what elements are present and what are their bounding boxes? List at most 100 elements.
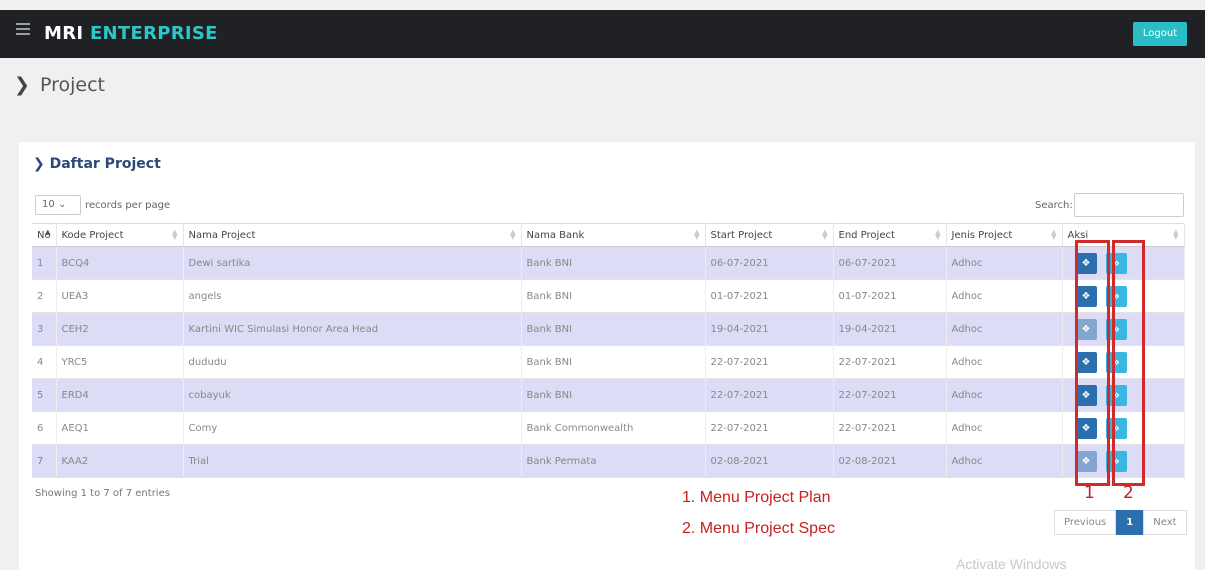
cell-nama-bank: Bank BNI [521, 312, 706, 346]
cell-jenis-project: Adhoc [946, 246, 1063, 280]
records-per-page-select[interactable]: 10 ⌄ [35, 195, 81, 215]
cell-no: 2 [32, 279, 57, 313]
cell-kode-project: CEH2 [56, 312, 184, 346]
table-header-row: No ▲ Kode Project ▲ ▼ Nama Project ▲ ▼ Nama B… [32, 223, 1185, 247]
pagination-page-current[interactable]: 1 [1116, 510, 1144, 535]
cell-no: 5 [32, 378, 57, 412]
cell-start-project: 01-07-2021 [705, 279, 834, 313]
sort-icon: ▲ ▼ [172, 228, 178, 241]
column-header-end-project[interactable]: End Project ▲ ▼ [833, 223, 947, 247]
cell-kode-project: AEQ1 [56, 411, 184, 445]
cell-no: 4 [32, 345, 57, 379]
brand-text-primary: MRI [44, 23, 84, 44]
annotation-number-2: 2 [1123, 483, 1134, 503]
annotation-number-1: 1 [1084, 483, 1095, 503]
cell-kode-project: YRC5 [56, 345, 184, 379]
table-row: 4 YRC5 dududu Bank BNI 22-07-2021 22-07-2021 A… [32, 345, 1185, 379]
pagination-previous[interactable]: Previous [1054, 510, 1117, 535]
cell-nama-project: cobayuk [183, 378, 522, 412]
cell-start-project: 22-07-2021 [705, 411, 834, 445]
page-title: ❯ Project [14, 74, 105, 96]
sort-icon: ▲ ▼ [1051, 228, 1057, 241]
cell-end-project: 22-07-2021 [833, 411, 947, 445]
cell-jenis-project: Adhoc [946, 345, 1063, 379]
search-input[interactable] [1074, 193, 1184, 217]
windows-activation-watermark: Activate Windows [956, 556, 1067, 570]
cell-end-project: 22-07-2021 [833, 378, 947, 412]
sort-icon: ▲ ▼ [935, 228, 941, 241]
cell-kode-project: BCQ4 [56, 246, 184, 280]
cell-start-project: 02-08-2021 [705, 444, 834, 478]
cell-no: 6 [32, 411, 57, 445]
brand-logo[interactable]: MRI ENTERPRISE [44, 23, 218, 44]
cell-nama-project: Kartini WIC Simulasi Honor Area Head [183, 312, 522, 346]
table-row: 1 BCQ4 Dewi sartika Bank BNI 06-07-2021 06-07… [32, 246, 1185, 280]
chevron-right-icon: ❯ [14, 74, 30, 96]
cell-nama-bank: Bank BNI [521, 378, 706, 412]
cell-nama-bank: Bank Permata [521, 444, 706, 478]
table-row: 3 CEH2 Kartini WIC Simulasi Honor Area Hea… [32, 312, 1185, 346]
cell-nama-bank: Bank Commonwealth [521, 411, 706, 445]
cell-nama-bank: Bank BNI [521, 345, 706, 379]
cell-start-project: 22-07-2021 [705, 378, 834, 412]
top-navbar: MRI ENTERPRISE Logout [0, 10, 1205, 58]
pagination: Previous 1 Next [1054, 510, 1187, 535]
column-header-nama-project[interactable]: Nama Project ▲ ▼ [183, 223, 522, 247]
cell-start-project: 06-07-2021 [705, 246, 834, 280]
cell-end-project: 02-08-2021 [833, 444, 947, 478]
cell-end-project: 06-07-2021 [833, 246, 947, 280]
table-row: 6 AEQ1 Comy Bank Commonwealth 22-07-2021 22-0… [32, 411, 1185, 445]
cell-kode-project: ERD4 [56, 378, 184, 412]
chevron-down-icon: ⌄ [58, 199, 67, 210]
cell-kode-project: UEA3 [56, 279, 184, 313]
search-label: Search: [1035, 200, 1073, 211]
annotation-text-plan: 1. Menu Project Plan [682, 489, 831, 506]
cell-start-project: 22-07-2021 [705, 345, 834, 379]
cell-start-project: 19-04-2021 [705, 312, 834, 346]
sort-icon: ▲ ▼ [1173, 228, 1179, 241]
records-per-page-label: records per page [85, 200, 171, 211]
project-table: No ▲ Kode Project ▲ ▼ Nama Project ▲ ▼ Nama B… [32, 223, 1185, 478]
cell-kode-project: KAA2 [56, 444, 184, 478]
page-title-text: Project [39, 74, 105, 96]
records-per-page-control: 10 ⌄ records per page [35, 195, 170, 215]
annotation-text-spec: 2. Menu Project Spec [682, 520, 835, 537]
panel-title: ❯ Daftar Project [33, 156, 161, 172]
project-list-panel: ❯ Daftar Project 10 ⌄ records per page Se… [19, 142, 1195, 570]
sort-icon: ▲ ▼ [694, 228, 700, 241]
chevron-right-icon: ❯ [33, 156, 45, 172]
table-row: 2 UEA3 angels Bank BNI 01-07-2021 01-07-2021 A… [32, 279, 1185, 313]
cell-no: 3 [32, 312, 57, 346]
cell-nama-project: dududu [183, 345, 522, 379]
cell-jenis-project: Adhoc [946, 279, 1063, 313]
cell-jenis-project: Adhoc [946, 411, 1063, 445]
sort-icon: ▲ ▼ [510, 228, 516, 241]
pagination-next[interactable]: Next [1143, 510, 1187, 535]
cell-end-project: 22-07-2021 [833, 345, 947, 379]
cell-jenis-project: Adhoc [946, 378, 1063, 412]
table-row: 5 ERD4 cobayuk Bank BNI 22-07-2021 22-07-2021… [32, 378, 1185, 412]
column-header-kode-project[interactable]: Kode Project ▲ ▼ [56, 223, 184, 247]
table-body: 1 BCQ4 Dewi sartika Bank BNI 06-07-2021 06-07… [32, 246, 1185, 478]
cell-no: 7 [32, 444, 57, 478]
annotation-box-plan [1075, 240, 1110, 486]
cell-no: 1 [32, 246, 57, 280]
cell-nama-bank: Bank BNI [521, 279, 706, 313]
column-header-start-project[interactable]: Start Project ▲ ▼ [705, 223, 834, 247]
cell-nama-project: Dewi sartika [183, 246, 522, 280]
cell-nama-bank: Bank BNI [521, 246, 706, 280]
logout-button[interactable]: Logout [1133, 22, 1187, 46]
column-header-jenis-project[interactable]: Jenis Project ▲ ▼ [946, 223, 1063, 247]
column-header-no[interactable]: No ▲ [32, 223, 57, 247]
brand-text-accent: ENTERPRISE [89, 23, 218, 44]
hamburger-menu-icon[interactable] [16, 23, 30, 35]
sort-asc-icon: ▲ [45, 228, 51, 236]
column-header-nama-bank[interactable]: Nama Bank ▲ ▼ [521, 223, 706, 247]
cell-jenis-project: Adhoc [946, 444, 1063, 478]
records-per-page-value: 10 [42, 199, 55, 210]
cell-end-project: 01-07-2021 [833, 279, 947, 313]
sort-icon: ▲ ▼ [822, 228, 828, 241]
cell-nama-project: Trial [183, 444, 522, 478]
table-row: 7 KAA2 Trial Bank Permata 02-08-2021 02-08-20… [32, 444, 1185, 478]
cell-end-project: 19-04-2021 [833, 312, 947, 346]
